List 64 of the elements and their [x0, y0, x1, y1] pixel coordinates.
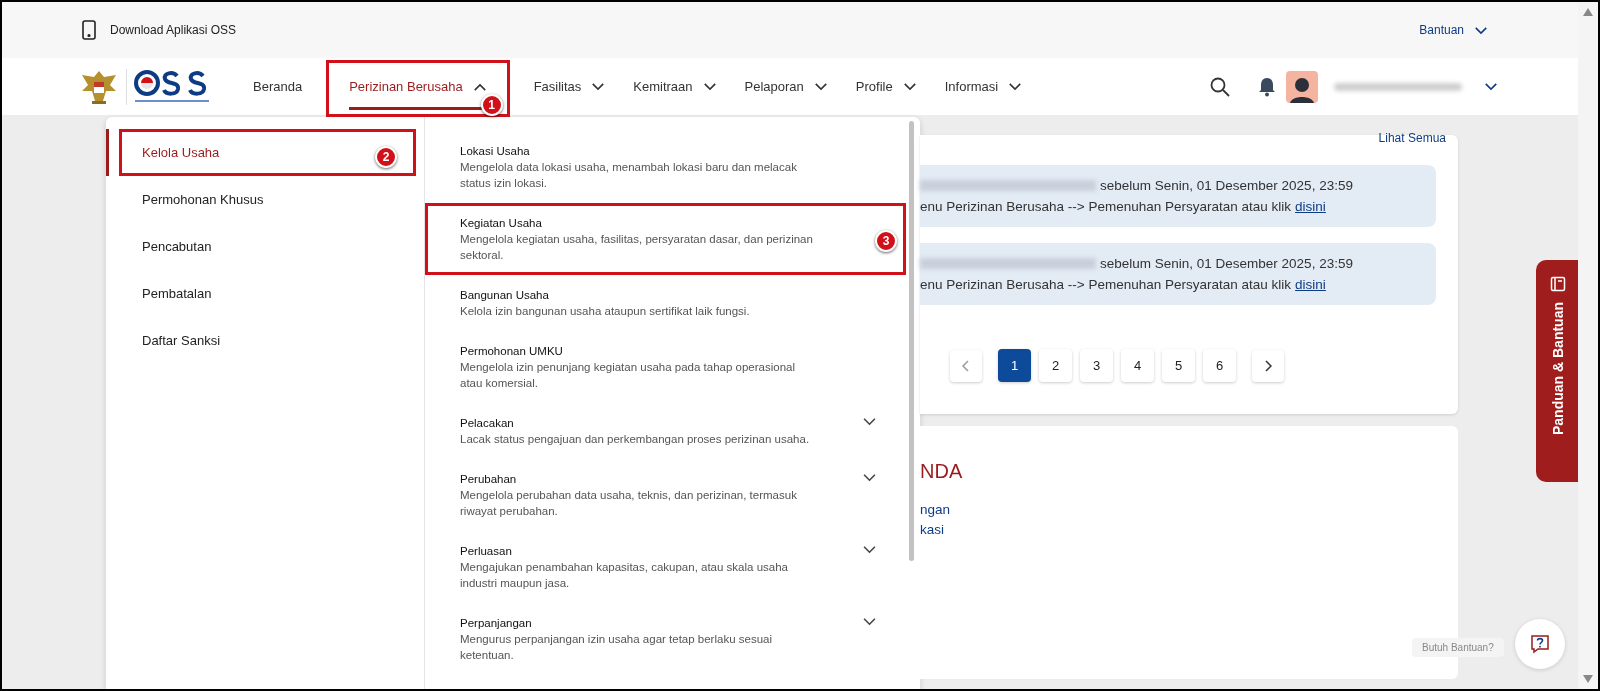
next-page-button[interactable] — [1252, 349, 1284, 382]
page-button[interactable]: 5 — [1162, 349, 1195, 382]
chevron-down-icon — [1008, 82, 1023, 91]
notification-text: enu Perizinan Berusaha --> Pemenuhan Persyaratan atau klik — [920, 198, 1292, 216]
search-icon[interactable] — [1210, 76, 1230, 97]
help-button[interactable] — [1515, 619, 1565, 669]
download-app-link[interactable]: Download Aplikasi OSS — [110, 21, 237, 39]
submenu-item[interactable]: Bangunan Usaha Kelola izin bangunan usaha ataupun sertifikat laik fungsi. — [460, 287, 820, 319]
avatar-icon[interactable] — [1286, 70, 1318, 103]
chevron-down-icon — [1474, 25, 1488, 35]
nav-item[interactable]: Informasi — [944, 76, 1023, 97]
phone-icon — [82, 20, 96, 40]
step-number-badge: 2 — [375, 146, 397, 168]
submenu-item[interactable]: Lokasi Usaha Mengelola data lokasi usaha, menambah lokasi baru dan melacak status izin lokasi. — [460, 143, 820, 191]
category-item[interactable]: Pembatalan — [122, 283, 212, 304]
submenu-item[interactable]: Kegiatan Usaha Mengelola kegiatan usaha, fasilitas, persyaratan dasar, dan perizinan sektoral. — [460, 215, 820, 263]
help-menu[interactable]: Bantuan — [1419, 21, 1488, 39]
page-button[interactable]: 3 — [1080, 349, 1113, 382]
question-chat-icon — [1530, 634, 1550, 654]
nav-item[interactable]: Fasilitas — [533, 76, 606, 97]
card-heading: NDA — [920, 459, 964, 484]
card-link[interactable]: kasi — [920, 520, 1458, 540]
page-button[interactable]: 2 — [1039, 349, 1072, 382]
nav-item[interactable]: Beranda — [253, 76, 303, 97]
account-menu-chevron-icon — [1484, 82, 1498, 91]
submenu-item[interactable]: Perubahan Mengelola perubahan data usaha, teknis, dan perizinan, termasuk riwayat perubahan. — [460, 471, 820, 519]
chevron-down-icon — [902, 82, 917, 91]
scroll-up-icon[interactable] — [1583, 8, 1593, 16]
notification-link[interactable]: disini — [1295, 196, 1326, 217]
guide-side-tab[interactable]: Panduan & Bantuan — [1536, 260, 1580, 482]
scrollbar-thumb[interactable] — [909, 121, 914, 561]
notification-text: enu Perizinan Berusaha --> Pemenuhan Persyaratan atau klik — [920, 276, 1292, 294]
notification-text: sebelum Senin, 01 Desember 2025, 23:59 — [1100, 177, 1353, 195]
submenu-item[interactable]: Perpanjangan Mengurus perpanjangan izin usaha agar tetap berlaku sesuai ketentuan. — [460, 615, 820, 663]
page-button[interactable]: 6 — [1203, 349, 1236, 382]
chevron-down-icon — [591, 82, 606, 91]
chevron-up-icon — [472, 82, 487, 92]
notification-link[interactable]: disini — [1295, 274, 1326, 295]
submenu-item[interactable]: Pelacakan Lacak status pengajuan dan perkembangan proses perizinan usaha. — [460, 415, 820, 447]
nav-item[interactable]: Profile — [855, 76, 917, 97]
help-tooltip: Butuh Bantuan? — [1412, 638, 1504, 657]
bell-icon[interactable] — [1258, 76, 1276, 97]
submenu-item[interactable]: Perluasan Mengajukan penambahan kapasitas, cakupan, atau skala usaha industri maupun jasa. — [460, 543, 820, 591]
step-number-badge: 3 — [875, 230, 897, 252]
page-button[interactable]: 1 — [998, 349, 1031, 382]
nav-item[interactable]: Pelaporan — [744, 76, 828, 97]
category-item[interactable]: Pencabutan — [122, 236, 212, 257]
previous-page-button[interactable] — [950, 349, 982, 382]
scroll-down-icon[interactable] — [1583, 675, 1593, 683]
nav-item[interactable]: Kemitraan — [633, 76, 717, 97]
step-number-badge: 1 — [480, 94, 503, 116]
category-item[interactable]: Daftar Sanksi — [122, 330, 221, 351]
chevron-down-icon — [813, 82, 828, 91]
see-all-link[interactable]: Lihat Semua — [1378, 129, 1446, 147]
card-link[interactable]: ngan — [920, 500, 1458, 520]
category-item[interactable]: Kelola Usaha — [122, 142, 220, 163]
category-item[interactable]: Permohonan Khusus — [122, 189, 264, 210]
chevron-right-icon — [1264, 359, 1272, 372]
chevron-left-icon — [962, 359, 970, 372]
notification-text: sebelum Senin, 01 Desember 2025, 23:59 — [1100, 255, 1353, 273]
chevron-down-icon — [702, 82, 717, 91]
page-button[interactable]: 4 — [1121, 349, 1154, 382]
book-icon — [1550, 276, 1566, 292]
submenu-item[interactable]: Permohonan UMKU Mengelola izin penunjang kegiatan usaha pada tahap operasional atau komersial. — [460, 343, 820, 391]
